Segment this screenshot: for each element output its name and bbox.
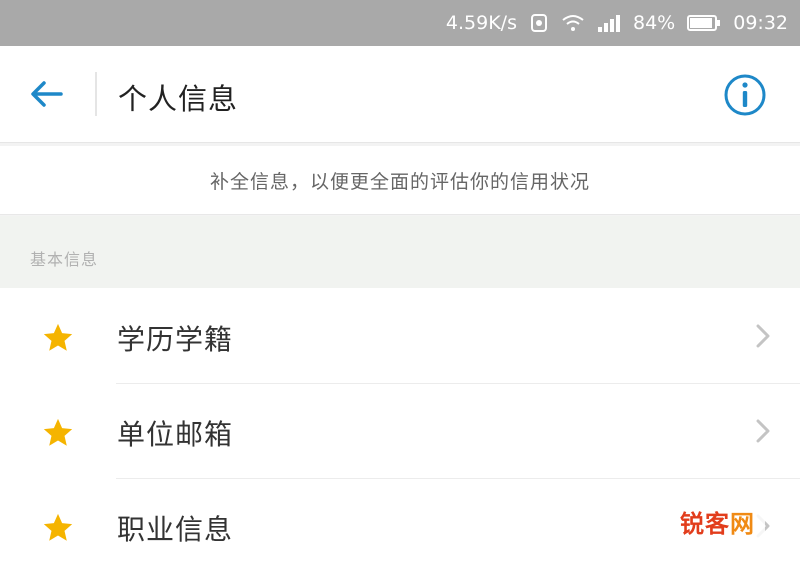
list-item-education[interactable]: 学历学籍 <box>0 288 800 383</box>
watermark-part-1: 锐客 <box>680 510 730 538</box>
watermark-part-2: 网 <box>730 510 755 538</box>
battery-icon <box>687 14 721 32</box>
list-item-label: 职业信息 <box>117 513 234 546</box>
arrow-left-icon <box>31 81 63 107</box>
star-icon <box>43 418 73 446</box>
star-icon <box>43 513 73 541</box>
chevron-right-icon <box>756 419 770 443</box>
clock: 09:32 <box>733 12 788 34</box>
section-header: 基本信息 <box>0 216 800 288</box>
wifi-icon <box>561 14 585 32</box>
title-bar: 个人信息 <box>0 46 800 142</box>
star-icon <box>43 323 73 351</box>
section-title: 基本信息 <box>30 250 99 269</box>
back-button[interactable] <box>22 72 70 116</box>
page-title: 个人信息 <box>118 82 239 116</box>
info-icon <box>724 74 766 116</box>
list-item-label: 学历学籍 <box>117 323 234 356</box>
list-item-label: 单位邮箱 <box>117 418 234 451</box>
chevron-right-icon <box>756 324 770 348</box>
watermark: 锐客网 <box>670 500 765 543</box>
net-speed: 4.59K/s <box>445 12 517 34</box>
signal-icon <box>597 14 621 32</box>
hint-text: 补全信息，以便更全面的评估你的信用状况 <box>0 146 800 215</box>
info-button[interactable] <box>720 70 770 120</box>
status-bar: 4.59K/s 84% 09:32 <box>0 0 800 46</box>
list-item-work-email[interactable]: 单位邮箱 <box>0 383 800 478</box>
notification-icon <box>529 13 549 33</box>
title-divider <box>95 72 97 116</box>
battery-level: 84% <box>633 12 676 34</box>
